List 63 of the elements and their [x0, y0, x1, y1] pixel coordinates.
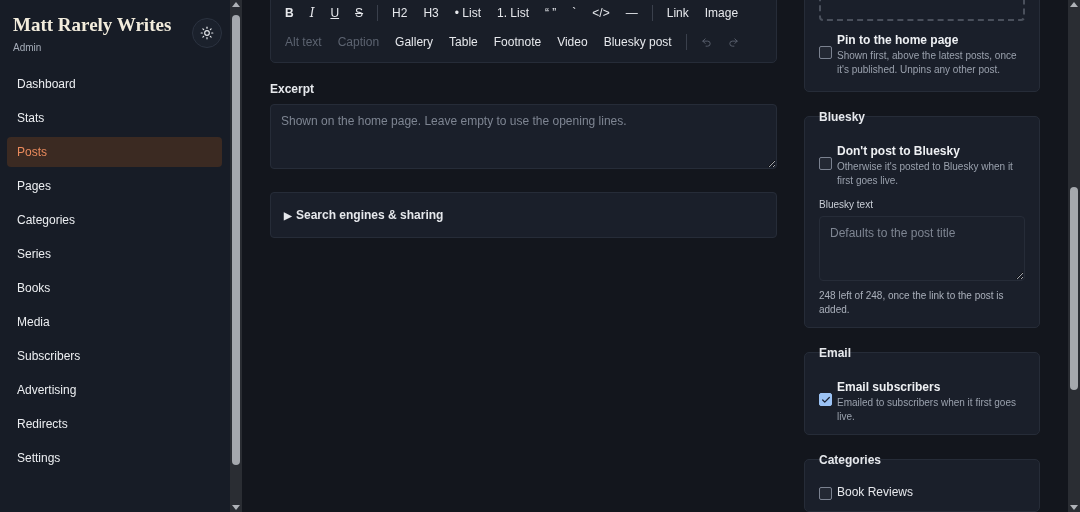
option-hint: Otherwise it's posted to Bluesky when it first goes live. [837, 160, 1014, 188]
section-heading: Email [819, 345, 852, 362]
toolbar-button[interactable]: Image [696, 2, 747, 24]
toolbar-button[interactable]: Gallery [387, 31, 442, 53]
toolbar-button[interactable]: </> [584, 2, 618, 24]
toolbar-button[interactable]: • List [446, 2, 489, 24]
nav-item[interactable]: Posts [7, 137, 222, 167]
nav-item[interactable]: Dashboard [7, 69, 222, 99]
theme-toggle[interactable] [192, 18, 222, 48]
nav-item[interactable]: Books [7, 273, 222, 303]
checkbox[interactable] [819, 46, 832, 59]
nav-item[interactable]: Series [7, 239, 222, 269]
option-label: Pin to the home page [837, 32, 960, 49]
checkbox[interactable] [819, 393, 832, 406]
checkbox[interactable] [819, 157, 832, 170]
strikethrough-button[interactable]: S [347, 2, 372, 24]
nav-item[interactable]: Settings [7, 443, 222, 473]
nav-item[interactable]: Media [7, 307, 222, 337]
character-counter: 248 left of 248, once the link to the post is added. [819, 289, 1005, 317]
scrollbar-thumb[interactable] [1070, 187, 1078, 390]
nav-item[interactable]: Stats [7, 103, 222, 133]
section-heading: Bluesky [819, 109, 867, 126]
toolbar-button[interactable]: Bluesky post [595, 31, 680, 53]
toolbar-button[interactable]: H2 [384, 2, 416, 24]
underline-button[interactable]: U [322, 2, 348, 24]
bold-button[interactable]: B [277, 2, 302, 24]
field-label: Bluesky text [819, 198, 874, 212]
scrollbar-thumb[interactable] [232, 15, 240, 465]
site-title: Matt Rarely Writes [13, 14, 172, 36]
option-label: Email subscribers [837, 379, 942, 396]
toolbar-button[interactable]: 1. List [489, 2, 538, 24]
toolbar-button[interactable]: Table [441, 31, 486, 53]
option-hint: Shown first, above the latest posts, once it's published. Unpins any other post. [837, 49, 1018, 77]
nav-item[interactable]: Pages [7, 171, 222, 201]
nav-item[interactable]: Redirects [7, 409, 222, 439]
disclosure-marker: ▶ [284, 208, 292, 223]
field-label: Excerpt [270, 81, 316, 98]
scroll-up-icon[interactable] [1070, 2, 1078, 7]
checkbox[interactable] [819, 486, 832, 500]
nav-item[interactable]: Advertising [7, 375, 222, 405]
toolbar-button[interactable]: “ ” [537, 2, 565, 24]
sun-icon [200, 26, 214, 40]
section-title: Search engines & sharing [296, 207, 444, 224]
section-heading: Categories [819, 452, 883, 469]
category-label: Book Reviews [837, 484, 914, 501]
option-hint: Emailed to subscribers when it first goes live. [837, 396, 1017, 424]
toolbar-button[interactable]: ` [564, 2, 585, 24]
nav-item[interactable]: Categories [7, 205, 222, 235]
toolbar-button[interactable]: Link [658, 2, 697, 24]
disclosure-section[interactable]: ▶ Search engines & sharing [270, 192, 777, 238]
nav-item[interactable]: Subscribers [7, 341, 222, 371]
toolbar-button[interactable]: H3 [415, 2, 447, 24]
italic-button[interactable]: I [301, 2, 323, 24]
scroll-down-icon[interactable] [1070, 505, 1078, 510]
toolbar-button[interactable]: — [617, 2, 646, 24]
option-label: Don't post to Bluesky [837, 143, 961, 160]
scroll-up-icon[interactable] [232, 2, 240, 7]
excerpt-field[interactable]: Shown on the home page. Leave empty to use the opening lines. [270, 104, 777, 169]
bluesky-text-field[interactable]: Defaults to the post title [819, 216, 1025, 281]
toolbar-button[interactable]: Video [549, 31, 596, 53]
scroll-down-icon[interactable] [232, 505, 240, 510]
role-label: Admin [13, 41, 43, 55]
toolbar-button[interactable]: Footnote [485, 31, 550, 53]
